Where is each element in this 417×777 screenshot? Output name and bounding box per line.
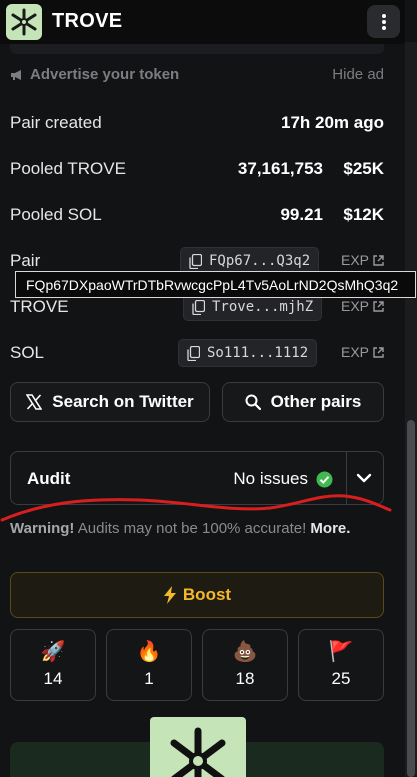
- pooled-sol-usd: $12K: [343, 205, 384, 224]
- chevron-down-icon: [356, 473, 372, 483]
- boost-button[interactable]: Boost: [10, 572, 384, 618]
- reaction-rocket[interactable]: 🚀 14: [10, 629, 96, 701]
- scrollbar-thumb[interactable]: [407, 420, 415, 777]
- poop-icon: 💩: [232, 641, 258, 663]
- external-link-icon: [373, 346, 384, 358]
- fire-icon: 🔥: [136, 641, 162, 663]
- audit-warning: Warning! Audits may not be 100% accurate…: [10, 520, 390, 537]
- pair-created-row: Pair created 17h 20m ago: [10, 113, 384, 137]
- copy-icon: [187, 345, 200, 361]
- pooled-trove-amount: 37,161,753: [237, 159, 323, 178]
- exp-label: EXP: [340, 298, 369, 314]
- pooled-sol-label: Pooled SOL: [10, 205, 102, 224]
- audit-divider: [346, 452, 347, 504]
- rocket-icon: 🚀: [40, 641, 66, 663]
- sol-address-short: So111...1112: [207, 345, 309, 361]
- audit-expand-button[interactable]: [355, 469, 373, 492]
- reaction-fire[interactable]: 🔥 1: [106, 629, 192, 701]
- check-circle-icon: [316, 471, 333, 487]
- advertise-link[interactable]: Advertise your token: [10, 66, 179, 83]
- warning-more-link[interactable]: More.: [310, 520, 350, 537]
- other-pairs-button[interactable]: Other pairs: [222, 382, 384, 422]
- sol-address-row: SOL So111...1112 EXP: [10, 339, 384, 369]
- pooled-sol-row: Pooled SOL 99.21 $12K: [10, 205, 384, 229]
- ad-row: Advertise your token Hide ad: [10, 66, 384, 86]
- external-link-icon: [373, 300, 384, 312]
- hide-ad-button[interactable]: Hide ad: [332, 66, 384, 83]
- external-link-icon: [373, 254, 384, 266]
- pair-created-label: Pair created: [10, 113, 102, 132]
- copy-icon: [192, 299, 205, 315]
- trove-explorer-link[interactable]: EXP: [341, 298, 384, 314]
- reaction-count: 1: [144, 669, 154, 688]
- pair-address-short: FQp67...Q3q2: [209, 253, 311, 269]
- megaphone-icon: [11, 69, 21, 80]
- audit-panel[interactable]: Audit No issues: [10, 451, 384, 505]
- copy-icon: [189, 253, 202, 269]
- app-header: TROVE: [0, 0, 405, 44]
- kebab-icon: [381, 13, 386, 30]
- sol-copy-chip[interactable]: So111...1112: [178, 339, 318, 367]
- warning-strong: Warning!: [10, 520, 75, 537]
- pooled-trove-label: Pooled TROVE: [10, 159, 126, 178]
- search-twitter-label: Search on Twitter: [52, 392, 194, 411]
- warning-text: Audits may not be 100% accurate!: [74, 520, 311, 537]
- search-icon: [245, 394, 261, 410]
- trove-label: TROVE: [10, 297, 69, 316]
- trove-address-short: Trove...mjhZ: [212, 299, 314, 315]
- ad-banner-edge: [10, 44, 384, 54]
- sol-explorer-link[interactable]: EXP: [341, 344, 384, 360]
- reaction-flag[interactable]: 🚩 25: [298, 629, 384, 701]
- reaction-count: 14: [43, 669, 63, 688]
- exp-label: EXP: [340, 252, 369, 268]
- exp-label: EXP: [340, 344, 369, 360]
- flag-icon: 🚩: [328, 641, 354, 663]
- sol-label: SOL: [10, 343, 45, 362]
- token-header-image: [150, 717, 246, 777]
- pair-explorer-link[interactable]: EXP: [341, 252, 384, 268]
- x-logo-icon: [26, 394, 43, 410]
- search-twitter-button[interactable]: Search on Twitter: [10, 382, 210, 422]
- pair-label: Pair: [10, 251, 41, 270]
- advertise-label: Advertise your token: [30, 66, 180, 83]
- reaction-poop[interactable]: 💩 18: [202, 629, 288, 701]
- trove-logo: [6, 4, 42, 40]
- pooled-trove-usd: $25K: [343, 159, 384, 178]
- other-pairs-label: Other pairs: [270, 392, 362, 411]
- audit-status: No issues: [233, 469, 333, 489]
- pooled-sol-amount: 99.21: [280, 205, 323, 224]
- audit-status-text: No issues: [233, 469, 308, 488]
- reaction-count: 18: [235, 669, 255, 688]
- kebab-menu-button[interactable]: [367, 5, 400, 38]
- reaction-count: 25: [331, 669, 351, 688]
- audit-title: Audit: [27, 469, 71, 488]
- app-title: TROVE: [52, 10, 123, 32]
- address-tooltip: FQp67DXpaoWTrDTbRvwcgcPpL4Tv5AoLrND2QsMh…: [15, 271, 416, 298]
- boost-label: Boost: [182, 585, 232, 604]
- lightning-icon: [163, 586, 176, 604]
- pair-created-value: 17h 20m ago: [281, 113, 384, 132]
- pooled-trove-row: Pooled TROVE 37,161,753 $25K: [10, 159, 384, 183]
